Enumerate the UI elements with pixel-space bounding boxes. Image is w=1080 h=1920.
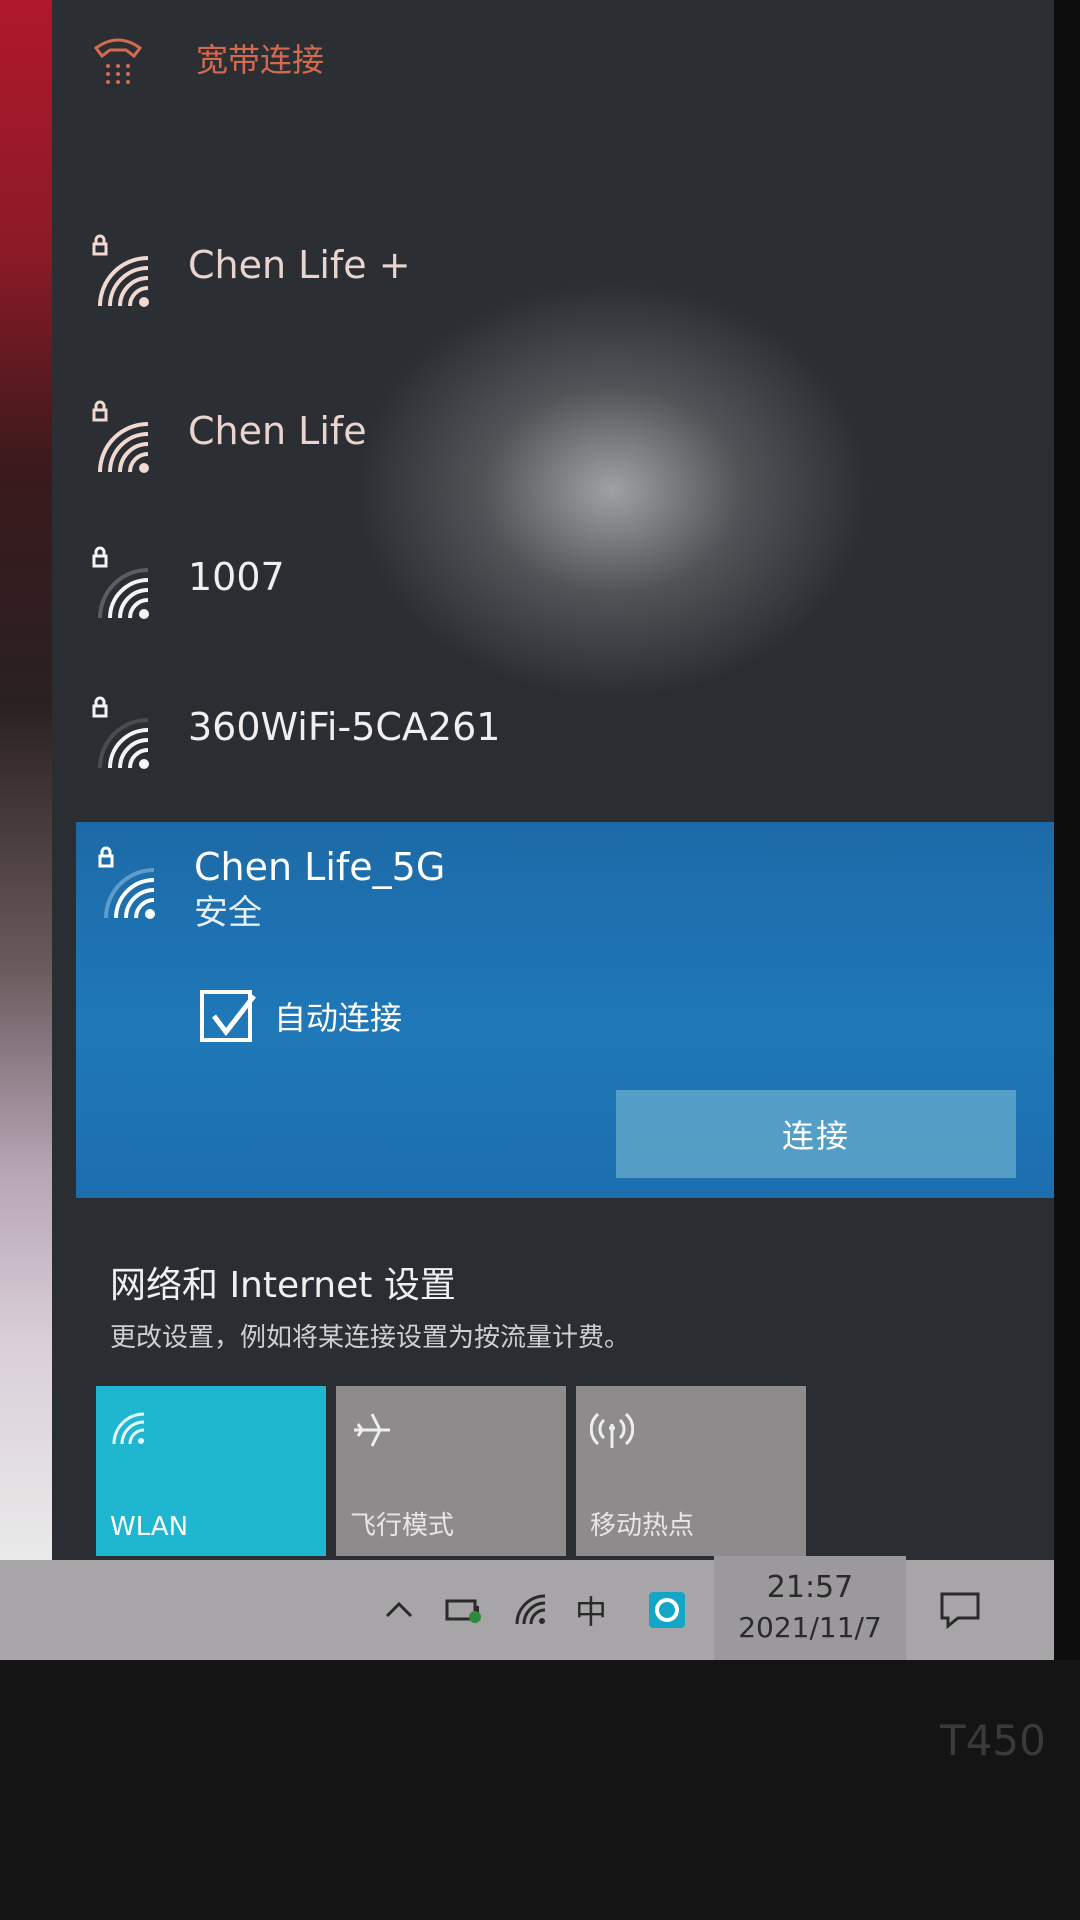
network-name: Chen Life (188, 409, 367, 453)
device-brand: T450 (940, 1716, 1046, 1765)
network-item[interactable]: Chen Life + (90, 232, 411, 312)
network-name: 360WiFi-5CA261 (188, 705, 501, 749)
tile-label: WLAN (110, 1512, 189, 1542)
ime-label: 中 (574, 1593, 607, 1631)
network-settings-link[interactable]: 网络和 Internet 设置 更改设置，例如将某连接设置为按流量计费。 (110, 1262, 630, 1358)
broadband-label: 宽带连接 (196, 41, 325, 79)
wifi-secured-icon (92, 696, 149, 769)
selected-network[interactable]: Chen Life_5G 安全 (96, 844, 445, 936)
connect-button[interactable]: 连接 (616, 1090, 1016, 1178)
battery-icon[interactable] (440, 1560, 490, 1660)
auto-connect-checkbox[interactable] (200, 990, 256, 1042)
quick-tile-wlan[interactable]: WLAN (96, 1386, 326, 1556)
wifi-secured-icon (92, 546, 149, 619)
broadband-connection[interactable]: 宽带连接 (90, 28, 324, 88)
quick-tile-hotspot[interactable]: 移动热点 (576, 1386, 806, 1556)
quick-tile-airplane[interactable]: 飞行模式 (336, 1386, 566, 1556)
auto-connect-row[interactable]: 自动连接 (200, 990, 402, 1042)
wifi-secured-icon (92, 234, 149, 307)
action-center-icon[interactable] (930, 1560, 990, 1660)
selected-network-panel[interactable]: Chen Life_5G 安全 自动连接 连接 (76, 822, 1054, 1198)
hotspot-icon (590, 1412, 634, 1448)
wifi-icon (112, 1412, 145, 1445)
auto-connect-label: 自动连接 (274, 999, 403, 1037)
tile-label: 飞行模式 (350, 1511, 455, 1541)
network-item[interactable]: 360WiFi-5CA261 (90, 694, 500, 774)
ime-indicator[interactable]: 中 (566, 1560, 616, 1660)
wifi-secured-icon (92, 400, 149, 473)
settings-subtitle: 更改设置，例如将某连接设置为按流量计费。 (110, 1323, 631, 1353)
dialup-phone-icon (93, 38, 143, 84)
laptop-bezel (1054, 0, 1080, 1660)
airplane-icon (354, 1413, 390, 1447)
wifi-secured-icon (98, 846, 155, 919)
selected-network-status: 安全 (194, 893, 262, 933)
wifi-icon[interactable] (508, 1560, 554, 1660)
selected-network-name: Chen Life_5G (194, 845, 446, 889)
network-name: Chen Life + (188, 243, 411, 287)
chevron-up-icon[interactable] (376, 1560, 422, 1660)
clock-time: 21:57 (766, 1570, 854, 1605)
app-icon[interactable] (642, 1560, 692, 1660)
checkmark-icon (212, 994, 256, 1037)
settings-title: 网络和 Internet 设置 (110, 1265, 456, 1306)
network-item[interactable]: Chen Life (90, 398, 367, 478)
screen-glare (352, 280, 872, 700)
taskbar-clock[interactable]: 21:57 2021/11/7 (714, 1556, 906, 1660)
photo-frame: 宽带连接 Chen Life + Chen Life 1007 360WiFi-… (0, 0, 1080, 1920)
network-name: 1007 (188, 555, 285, 599)
clock-date: 2021/11/7 (738, 1611, 882, 1644)
tile-label: 移动热点 (590, 1511, 695, 1541)
network-item[interactable]: 1007 (90, 544, 285, 624)
